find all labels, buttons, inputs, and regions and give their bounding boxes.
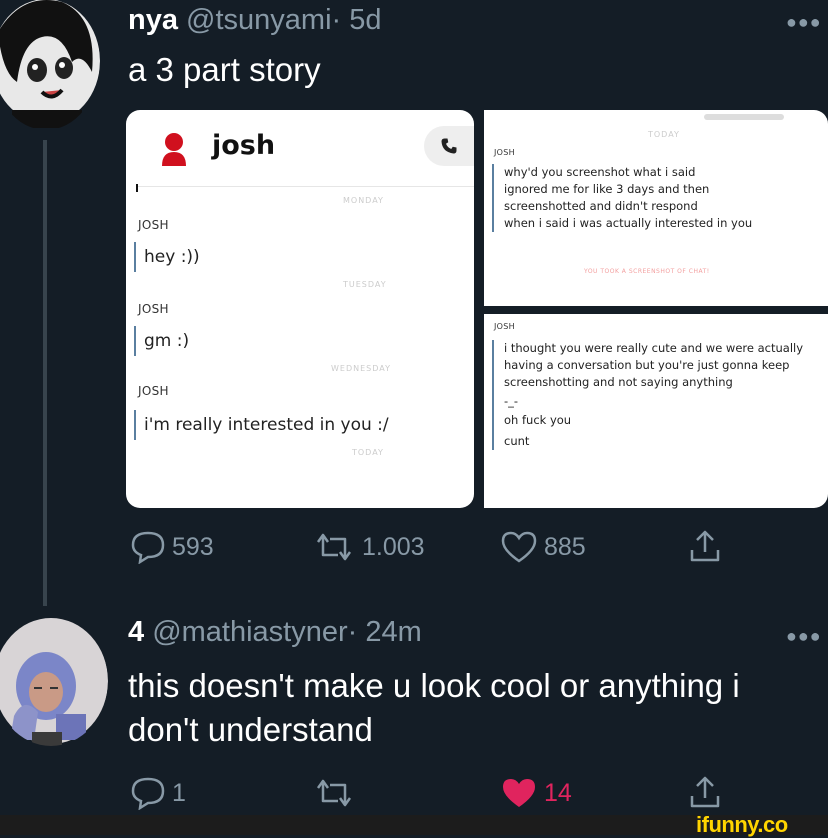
photo-avatar-image [0, 618, 108, 746]
reply-icon [131, 777, 165, 810]
tweet-time[interactable]: · 24m [348, 616, 422, 648]
sender-label: JOSH [138, 218, 169, 232]
more-options-icon[interactable]: ●●● [786, 12, 822, 33]
contact-name: josh [212, 130, 276, 161]
reply-count: 593 [172, 532, 214, 561]
heart-icon [501, 531, 537, 563]
message: hey :)) [134, 242, 200, 272]
chat-screenshot-left: josh MONDAY JOSH hey :)) TUESDAY JOSH gm… [126, 110, 474, 508]
chat-screenshot-right-top: TODAY JOSH why'd you screenshot what i s… [484, 110, 828, 306]
reply-text: this doesn't make u look cool or anythin… [128, 664, 740, 752]
message: i'm really interested in you :/ [134, 410, 389, 440]
author-name[interactable]: 4 [128, 616, 144, 648]
message: gm :) [134, 326, 189, 356]
tweet-time[interactable]: · 5d [332, 4, 382, 36]
retweet-icon [316, 533, 352, 561]
message: i thought you were really cute and we we… [504, 341, 804, 389]
message: when i said i was actually interested in… [504, 216, 753, 230]
reply-button[interactable]: 1 [130, 776, 186, 810]
day-divider: MONDAY [343, 196, 384, 205]
reply-text-line: this doesn't make u look cool or anythin… [128, 667, 740, 704]
reply-text-line: don't understand [128, 711, 373, 748]
reply-button[interactable]: 593 [130, 530, 214, 564]
message: -_- [504, 394, 519, 408]
message: oh fuck you [504, 413, 572, 427]
author-handle[interactable]: @tsunyami [186, 4, 331, 36]
message: ignored me for like 3 days and then scre… [504, 182, 710, 213]
share-button[interactable] [688, 774, 722, 810]
author-name[interactable]: nya [128, 4, 178, 36]
like-button[interactable]: 885 [500, 530, 586, 564]
sender-label: JOSH [138, 302, 169, 316]
screenshot-notice: YOU TOOK A SCREENSHOT OF CHAT! [584, 268, 710, 275]
reply-count: 1 [172, 778, 186, 807]
reply-icon [131, 531, 165, 564]
sender-label: JOSH [138, 384, 169, 398]
message: cunt [504, 434, 530, 448]
day-divider: TUESDAY [343, 280, 387, 289]
more-options-icon[interactable]: ●●● [786, 626, 822, 647]
typing-cursor [136, 184, 138, 192]
day-divider: TODAY [648, 130, 680, 139]
person-icon [162, 133, 186, 166]
author-handle[interactable]: @mathiastyner [152, 616, 347, 648]
retweet-button[interactable]: 1.003 [312, 530, 425, 564]
phone-icon [441, 138, 457, 154]
share-button[interactable] [688, 528, 722, 564]
ifunny-watermark: ifunny.co [696, 812, 788, 837]
share-icon [690, 530, 720, 562]
retweet-count: 1.003 [362, 532, 425, 561]
avatar[interactable] [0, 0, 100, 130]
message: why'd you screenshot what i said [504, 165, 696, 179]
header-bar [704, 114, 784, 120]
anime-avatar-image [0, 0, 100, 128]
sender-label: JOSH [494, 148, 515, 157]
share-icon [690, 776, 720, 808]
chat-screenshot-right-bottom: JOSH i thought you were really cute and … [484, 314, 828, 508]
tweet-text: a 3 part story [128, 51, 321, 88]
retweet-button[interactable] [312, 776, 356, 810]
sender-label: JOSH [494, 322, 515, 331]
thread-line [43, 140, 47, 606]
day-divider: WEDNESDAY [331, 364, 391, 373]
like-count: 885 [544, 532, 586, 561]
day-divider: TODAY [352, 448, 384, 457]
heart-filled-icon [503, 779, 535, 807]
retweet-icon [316, 779, 352, 807]
header-divider [136, 186, 474, 187]
like-button[interactable]: 14 [500, 776, 572, 810]
avatar[interactable] [0, 616, 108, 746]
message-group: i thought you were really cute and we we… [492, 340, 824, 450]
message-group: why'd you screenshot what i said ignored… [492, 164, 824, 232]
like-count: 14 [544, 778, 572, 807]
tweet-image[interactable]: josh MONDAY JOSH hey :)) TUESDAY JOSH gm… [126, 110, 828, 510]
call-button[interactable] [424, 126, 474, 166]
